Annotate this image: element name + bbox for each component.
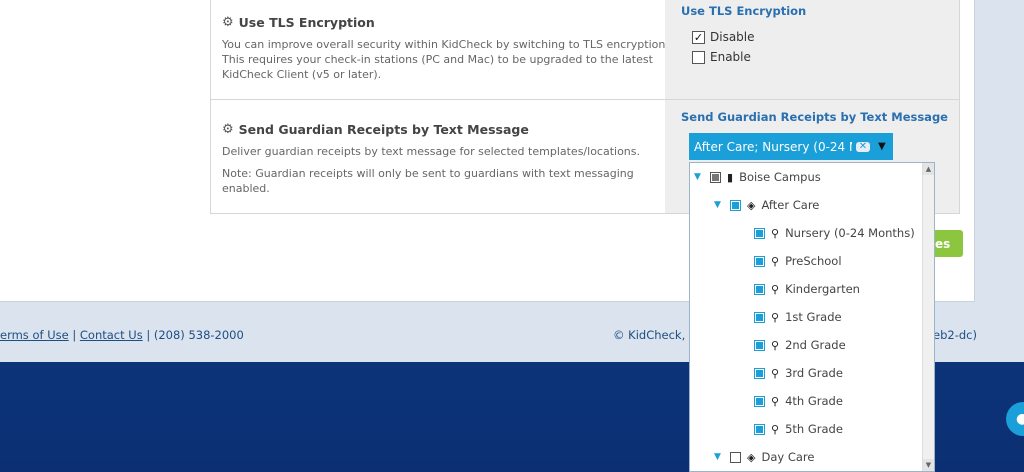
- map-pin-icon: ⚲: [771, 394, 780, 408]
- tree-node[interactable]: ⚲ PreSchool: [754, 251, 842, 271]
- option-enable[interactable]: Enable: [692, 50, 751, 64]
- checkbox-unchecked-icon[interactable]: [692, 50, 705, 64]
- footer-server: eb2-dc): [933, 328, 977, 342]
- location-tree-dropdown[interactable]: ▼ ▮ Boise Campus ▼ ◈ After Care ⚲ Nursery (0-24…: [689, 162, 935, 472]
- tree-node-label: 4th Grade: [785, 394, 843, 408]
- tree-node[interactable]: ▼ ▮ Boise Campus: [694, 167, 821, 187]
- tree-node-label: Nursery (0-24 Months): [785, 226, 915, 240]
- tree-node[interactable]: ⚲ 4th Grade: [754, 391, 843, 411]
- tree-node[interactable]: ⚲ Nursery (0-24 Months): [754, 223, 915, 243]
- setting-note-receipts: Note: Guardian receipts will only be sen…: [222, 167, 634, 195]
- chat-icon: ●: [1016, 411, 1024, 427]
- setting-title-receipts: ⚙ Send Guardian Receipts by Text Message: [222, 122, 529, 137]
- options-title-receipts: Send Guardian Receipts by Text Message: [681, 110, 948, 124]
- caret-down-icon[interactable]: ▼: [878, 141, 886, 152]
- footer-copyright: © KidCheck, In: [613, 328, 700, 342]
- footer-links: erms of Use | Contact Us | (208) 538-200…: [0, 328, 244, 342]
- map-pin-icon: ⚲: [771, 282, 780, 296]
- location-multiselect[interactable]: After Care; Nursery (0-24 M ✕ ▼: [689, 133, 893, 160]
- tree-node-label: PreSchool: [785, 254, 842, 268]
- chat-button[interactable]: ●: [1006, 402, 1024, 436]
- layers-icon: ◈: [747, 198, 756, 212]
- layers-icon: ◈: [747, 450, 756, 464]
- options-title-tls: Use TLS Encryption: [681, 4, 807, 18]
- setting-description-tls: You can improve overall security within …: [222, 38, 669, 81]
- tree-checkbox[interactable]: [730, 451, 741, 463]
- building-icon: ▮: [727, 170, 734, 184]
- tree-node[interactable]: ⚲ Kindergarten: [754, 279, 860, 299]
- tree-node-label: 3rd Grade: [785, 366, 843, 380]
- map-pin-icon: ⚲: [771, 338, 780, 352]
- tree-checkbox[interactable]: [754, 367, 765, 379]
- checkbox-checked-icon[interactable]: ✓: [692, 30, 705, 44]
- footer-phone: (208) 538-2000: [153, 328, 244, 342]
- dropdown-scrollbar[interactable]: ▲ ▼: [922, 163, 934, 471]
- tree-checkbox[interactable]: [754, 227, 765, 239]
- tree-checkbox[interactable]: [754, 395, 765, 407]
- map-pin-icon: ⚲: [771, 226, 780, 240]
- option-disable[interactable]: ✓ Disable: [692, 30, 755, 44]
- tree-node-label: Boise Campus: [739, 170, 821, 184]
- tree-node[interactable]: ⚲ 3rd Grade: [754, 363, 843, 383]
- gear-icon: ⚙: [222, 122, 234, 137]
- expand-triangle-icon[interactable]: ▼: [714, 452, 724, 462]
- options-panel-tls: Use TLS Encryption ✓ Disable Enable: [665, 0, 959, 99]
- tree-checkbox[interactable]: [754, 283, 765, 295]
- setting-description-receipts: Deliver guardian receipts by text messag…: [222, 145, 641, 158]
- tree-checkbox[interactable]: [730, 199, 741, 211]
- tree-checkbox[interactable]: [754, 311, 765, 323]
- selected-value: After Care; Nursery (0-24 M: [694, 139, 852, 154]
- tree-node[interactable]: ⚲ 1st Grade: [754, 307, 842, 327]
- scroll-up-icon[interactable]: ▲: [923, 163, 934, 175]
- tree-node-label: Kindergarten: [785, 282, 860, 296]
- map-pin-icon: ⚲: [771, 254, 780, 268]
- tree-node[interactable]: ▼ ◈ After Care: [714, 195, 819, 215]
- save-button[interactable]: es: [935, 230, 963, 257]
- scroll-down-icon[interactable]: ▼: [923, 459, 934, 471]
- tree-node-label: 2nd Grade: [785, 338, 846, 352]
- expand-triangle-icon[interactable]: ▼: [714, 200, 724, 210]
- tree-checkbox[interactable]: [754, 255, 765, 267]
- expand-triangle-icon[interactable]: ▼: [694, 172, 704, 182]
- tree-node-label: 5th Grade: [785, 422, 843, 436]
- tree-checkbox[interactable]: [710, 171, 721, 183]
- tree-node-label: Day Care: [761, 450, 815, 464]
- tree-node-label: 1st Grade: [785, 310, 842, 324]
- tree-checkbox[interactable]: [754, 339, 765, 351]
- map-pin-icon: ⚲: [771, 366, 780, 380]
- tree-node[interactable]: ⚲ 5th Grade: [754, 419, 843, 439]
- map-pin-icon: ⚲: [771, 422, 780, 436]
- tree-node[interactable]: ▼ ◈ Day Care: [714, 447, 814, 467]
- tree-checkbox[interactable]: [754, 423, 765, 435]
- contact-link[interactable]: Contact Us: [80, 328, 143, 342]
- setting-title-tls: ⚙ Use TLS Encryption: [222, 15, 375, 30]
- tree-node[interactable]: ⚲ 2nd Grade: [754, 335, 846, 355]
- map-pin-icon: ⚲: [771, 310, 780, 324]
- tree-node-label: After Care: [761, 198, 820, 212]
- clear-icon[interactable]: ✕: [856, 141, 870, 152]
- gear-icon: ⚙: [222, 15, 234, 30]
- setting-row-tls: ⚙ Use TLS Encryption You can improve ove…: [211, 0, 959, 100]
- terms-link[interactable]: erms of Use: [0, 328, 69, 342]
